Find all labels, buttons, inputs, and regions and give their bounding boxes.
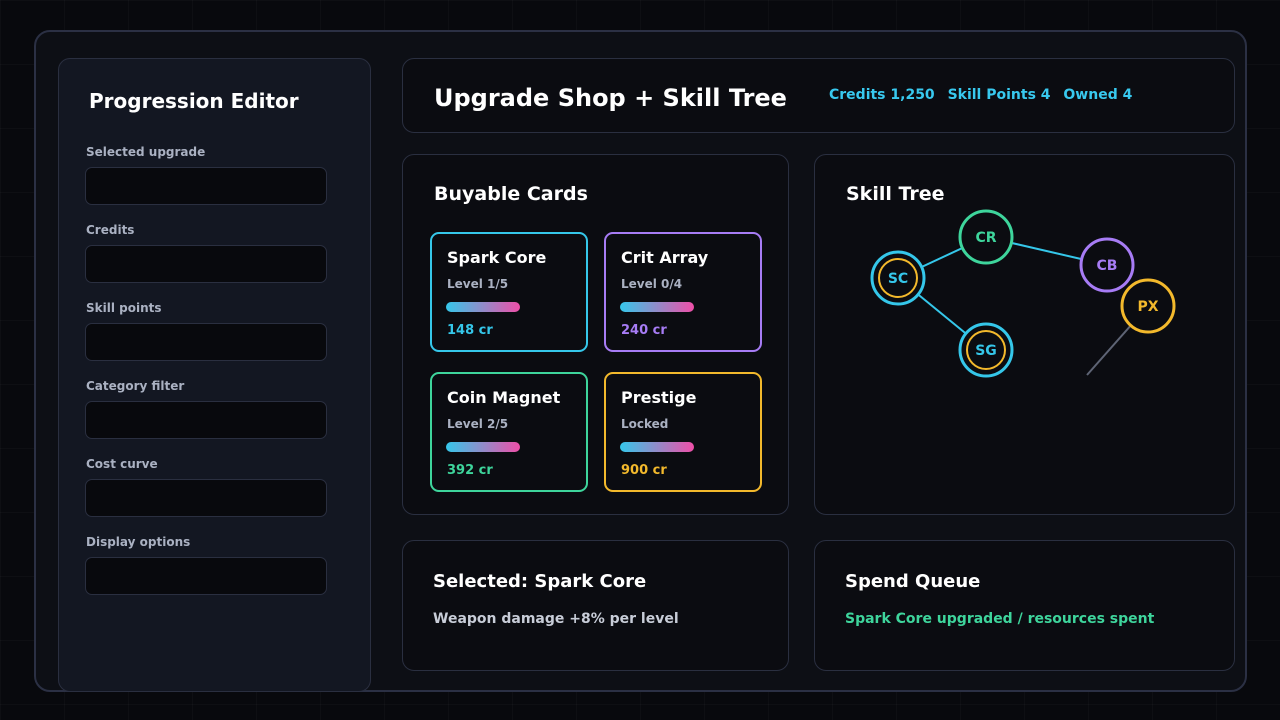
skill-tree-panel: Skill Tree SC CR CB PX SG [814, 154, 1235, 515]
skill-node-cb[interactable]: CB [1079, 237, 1135, 293]
buyable-cards-title: Buyable Cards [434, 183, 588, 205]
sidebar-title: Progression Editor [89, 89, 299, 113]
upgrade-card-prestige[interactable]: Prestige Locked 900 cr [604, 372, 762, 492]
credits-label: Credits [86, 223, 135, 237]
selected-upgrade-panel: Selected: Spark Core Weapon damage +8% p… [402, 540, 789, 671]
card-level: Locked [621, 417, 669, 431]
card-progress-bar [620, 442, 694, 452]
card-cost: 148 cr [447, 323, 493, 338]
card-progress-bar [620, 302, 694, 312]
skill-points-input[interactable] [85, 323, 327, 361]
card-name: Coin Magnet [447, 388, 561, 407]
cost-curve-label: Cost curve [86, 457, 158, 471]
page-title: Upgrade Shop + Skill Tree [434, 84, 787, 112]
skill-node-cr[interactable]: CR [958, 209, 1014, 265]
skill-node-px[interactable]: PX [1120, 278, 1176, 334]
category-filter-label: Category filter [86, 379, 185, 393]
skill-tree-graph: SC CR CB PX SG [870, 209, 1176, 378]
spend-queue-panel: Spend Queue Spark Core upgraded / resour… [814, 540, 1235, 671]
display-options-input[interactable] [85, 557, 327, 595]
card-cost: 392 cr [447, 463, 493, 478]
card-level: Level 1/5 [447, 277, 509, 291]
skill-points-label: Skill points [86, 301, 162, 315]
upgrade-card-crit-array[interactable]: Crit Array Level 0/4 240 cr [604, 232, 762, 352]
resource-stats: Credits 1,250 Skill Points 4 Owned 4 [829, 87, 1140, 103]
card-name: Spark Core [447, 248, 547, 267]
node-label: SG [975, 343, 997, 359]
selected-upgrade-description: Weapon damage +8% per level [433, 611, 679, 627]
card-name: Prestige [621, 388, 697, 407]
category-filter-input[interactable] [85, 401, 327, 439]
selected-upgrade-label: Selected upgrade [86, 145, 206, 159]
card-progress-bar [446, 302, 520, 312]
selected-upgrade-title: Selected: Spark Core [433, 571, 647, 592]
node-label: SC [888, 271, 908, 287]
spend-queue-title: Spend Queue [845, 571, 981, 592]
card-cost: 900 cr [621, 463, 667, 478]
skill-node-sg[interactable]: SG [958, 322, 1014, 378]
header-bar: Upgrade Shop + Skill Tree Credits 1,250 … [402, 58, 1235, 133]
display-options-label: Display options [86, 535, 191, 549]
buyable-cards-panel: Buyable Cards Spark Core Level 1/5 148 c… [402, 154, 789, 515]
node-label: CB [1097, 258, 1118, 274]
node-label: CR [975, 230, 996, 246]
cost-curve-input[interactable] [85, 479, 327, 517]
card-progress-bar [446, 442, 520, 452]
card-name: Crit Array [621, 248, 709, 267]
card-cost: 240 cr [621, 323, 667, 338]
spend-queue-message: Spark Core upgraded / resources spent [845, 611, 1155, 627]
skill-points-stat: Skill Points 4 [947, 87, 1051, 103]
upgrade-card-coin-magnet[interactable]: Coin Magnet Level 2/5 392 cr [430, 372, 588, 492]
credits-input[interactable] [85, 245, 327, 283]
progression-editor-sidebar: Progression Editor Selected upgrade Cred… [58, 58, 371, 692]
node-label: PX [1137, 299, 1158, 315]
upgrade-card-spark-core[interactable]: Spark Core Level 1/5 148 cr [430, 232, 588, 352]
selected-upgrade-input[interactable] [85, 167, 327, 205]
card-level: Level 2/5 [447, 417, 509, 431]
skill-node-sc[interactable]: SC [870, 250, 926, 306]
credits-stat: Credits 1,250 [829, 87, 935, 103]
owned-stat: Owned 4 [1063, 87, 1133, 103]
card-level: Level 0/4 [621, 277, 683, 291]
